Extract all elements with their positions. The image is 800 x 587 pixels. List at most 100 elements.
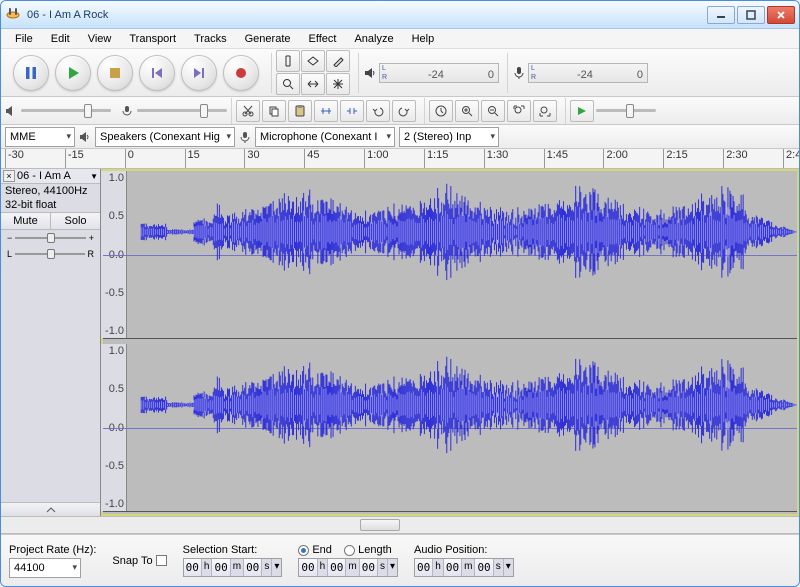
menu-generate[interactable]: Generate (237, 31, 299, 47)
record-meter[interactable]: LR -240 (528, 63, 648, 83)
input-device-dropdown[interactable]: Microphone (Conexant I (255, 127, 395, 147)
audio-position-time[interactable]: 00h 00m 00s▾ (414, 558, 514, 577)
mute-button[interactable]: Mute (1, 213, 51, 229)
stop-button[interactable] (97, 55, 133, 91)
zoom-in-icon[interactable] (455, 100, 479, 122)
end-radio[interactable] (298, 545, 309, 556)
timeline-tick: 2:00 (603, 149, 627, 168)
transport-toolbar: LR -240 LR -240 (1, 49, 799, 97)
snap-to-checkbox[interactable] (156, 555, 167, 566)
close-button[interactable] (767, 6, 795, 24)
playback-meter[interactable]: LR -240 (379, 63, 499, 83)
edit-toolbar (1, 97, 799, 125)
cut-icon[interactable] (236, 100, 260, 122)
fit-selection-icon[interactable] (507, 100, 531, 122)
timeline-tick: 30 (244, 149, 259, 168)
track-collapse-button[interactable] (1, 502, 100, 516)
zoom-out-icon[interactable] (481, 100, 505, 122)
waveform-right-channel[interactable]: 1.00.50.0-0.5-1.0 (103, 344, 797, 512)
solo-button[interactable]: Solo (51, 213, 100, 229)
multi-tool-icon[interactable] (326, 73, 350, 95)
menu-help[interactable]: Help (404, 31, 443, 47)
menu-edit[interactable]: Edit (43, 31, 78, 47)
timeline-ruler[interactable]: -30 -15 0 15 30 45 1:00 1:15 1:30 1:45 2… (1, 149, 799, 169)
redo-icon[interactable] (392, 100, 416, 122)
timeline-tick: 0 (125, 149, 134, 168)
envelope-tool-icon[interactable] (301, 50, 325, 72)
playback-meter-group: LR -240 (358, 53, 503, 93)
timeline-tick: 15 (185, 149, 200, 168)
selection-start-label: Selection Start: (183, 544, 283, 556)
fit-project-icon[interactable] (533, 100, 557, 122)
project-rate-label: Project Rate (Hz): (9, 544, 96, 556)
titlebar[interactable]: 06 - I Am A Rock (1, 1, 799, 29)
selection-start-time[interactable]: 00h 00m 00s▾ (183, 558, 283, 577)
timeline-tick: 2:30 (723, 149, 747, 168)
skip-start-button[interactable] (139, 55, 175, 91)
input-device-icon (239, 131, 251, 143)
menu-transport[interactable]: Transport (121, 31, 184, 47)
timeline-tick: 45 (304, 149, 319, 168)
draw-tool-icon[interactable] (326, 50, 350, 72)
track-close-button[interactable]: × (3, 170, 15, 182)
silence-icon[interactable] (340, 100, 364, 122)
mic-small-icon (121, 105, 133, 117)
track-menu-icon[interactable]: ▼ (90, 172, 98, 181)
menubar: File Edit View Transport Tracks Generate… (1, 29, 799, 49)
audio-position-label: Audio Position: (414, 544, 514, 556)
project-rate-dropdown[interactable]: 44100 (9, 558, 81, 578)
record-volume-slider[interactable] (137, 104, 227, 118)
app-window: 06 - I Am A Rock File Edit View Transpor… (0, 0, 800, 587)
tracks-area: × 06 - I Am A ▼ Stereo, 44100Hz 32-bit f… (1, 169, 799, 516)
window-title: 06 - I Am A Rock (27, 9, 707, 21)
menu-analyze[interactable]: Analyze (346, 31, 401, 47)
menu-tracks[interactable]: Tracks (186, 31, 235, 47)
record-button[interactable] (223, 55, 259, 91)
sync-lock-icon[interactable] (429, 100, 453, 122)
gain-slider[interactable]: −+ (1, 230, 100, 246)
host-dropdown[interactable]: MME (5, 127, 75, 147)
pan-slider[interactable]: LR (1, 246, 100, 262)
track-bitdepth: 32-bit float (1, 198, 100, 212)
copy-icon[interactable] (262, 100, 286, 122)
speaker-small-icon (5, 105, 17, 117)
device-toolbar: MME Speakers (Conexant Hig Microphone (C… (1, 125, 799, 149)
selection-tool-icon[interactable] (276, 50, 300, 72)
timeshift-tool-icon[interactable] (301, 73, 325, 95)
paste-icon[interactable] (288, 100, 312, 122)
waveform-left-channel[interactable]: 1.00.50.0-0.5-1.0 (103, 171, 797, 339)
waveform-svg (127, 171, 797, 293)
waveform-svg (127, 344, 797, 466)
menu-file[interactable]: File (7, 31, 41, 47)
play-at-speed-icon[interactable] (570, 100, 594, 122)
horizontal-scrollbar[interactable] (1, 516, 799, 534)
play-button[interactable] (55, 55, 91, 91)
zoom-tool-icon[interactable] (276, 73, 300, 95)
menu-view[interactable]: View (80, 31, 120, 47)
timeline-tick: 2:45 (783, 149, 799, 168)
length-radio[interactable] (344, 545, 355, 556)
menu-effect[interactable]: Effect (301, 31, 345, 47)
speaker-icon (363, 66, 377, 80)
track-format: Stereo, 44100Hz (1, 184, 100, 198)
play-speed-slider[interactable] (596, 104, 656, 118)
trim-icon[interactable] (314, 100, 338, 122)
waveform-area[interactable]: 1.00.50.0-0.5-1.0 1.00.50.0-0.5-1.0 (101, 169, 799, 516)
selection-end-time[interactable]: 00h 00m 00s▾ (298, 558, 398, 577)
skip-end-button[interactable] (181, 55, 217, 91)
playback-volume-slider[interactable] (21, 104, 111, 118)
selection-toolbar: Project Rate (Hz): 44100 Snap To Selecti… (1, 534, 799, 586)
pause-button[interactable] (13, 55, 49, 91)
track-control-panel: × 06 - I Am A ▼ Stereo, 44100Hz 32-bit f… (1, 169, 101, 516)
undo-icon[interactable] (366, 100, 390, 122)
minimize-button[interactable] (707, 6, 735, 24)
mic-icon (512, 66, 526, 80)
maximize-button[interactable] (737, 6, 765, 24)
timeline-tick: 1:30 (484, 149, 508, 168)
record-meter-group: LR -240 (507, 53, 652, 93)
timeline-tick: 1:00 (364, 149, 388, 168)
timeline-tick: -15 (65, 149, 84, 168)
input-channels-dropdown[interactable]: 2 (Stereo) Inp (399, 127, 499, 147)
tools-group (271, 53, 354, 93)
output-device-dropdown[interactable]: Speakers (Conexant Hig (95, 127, 235, 147)
